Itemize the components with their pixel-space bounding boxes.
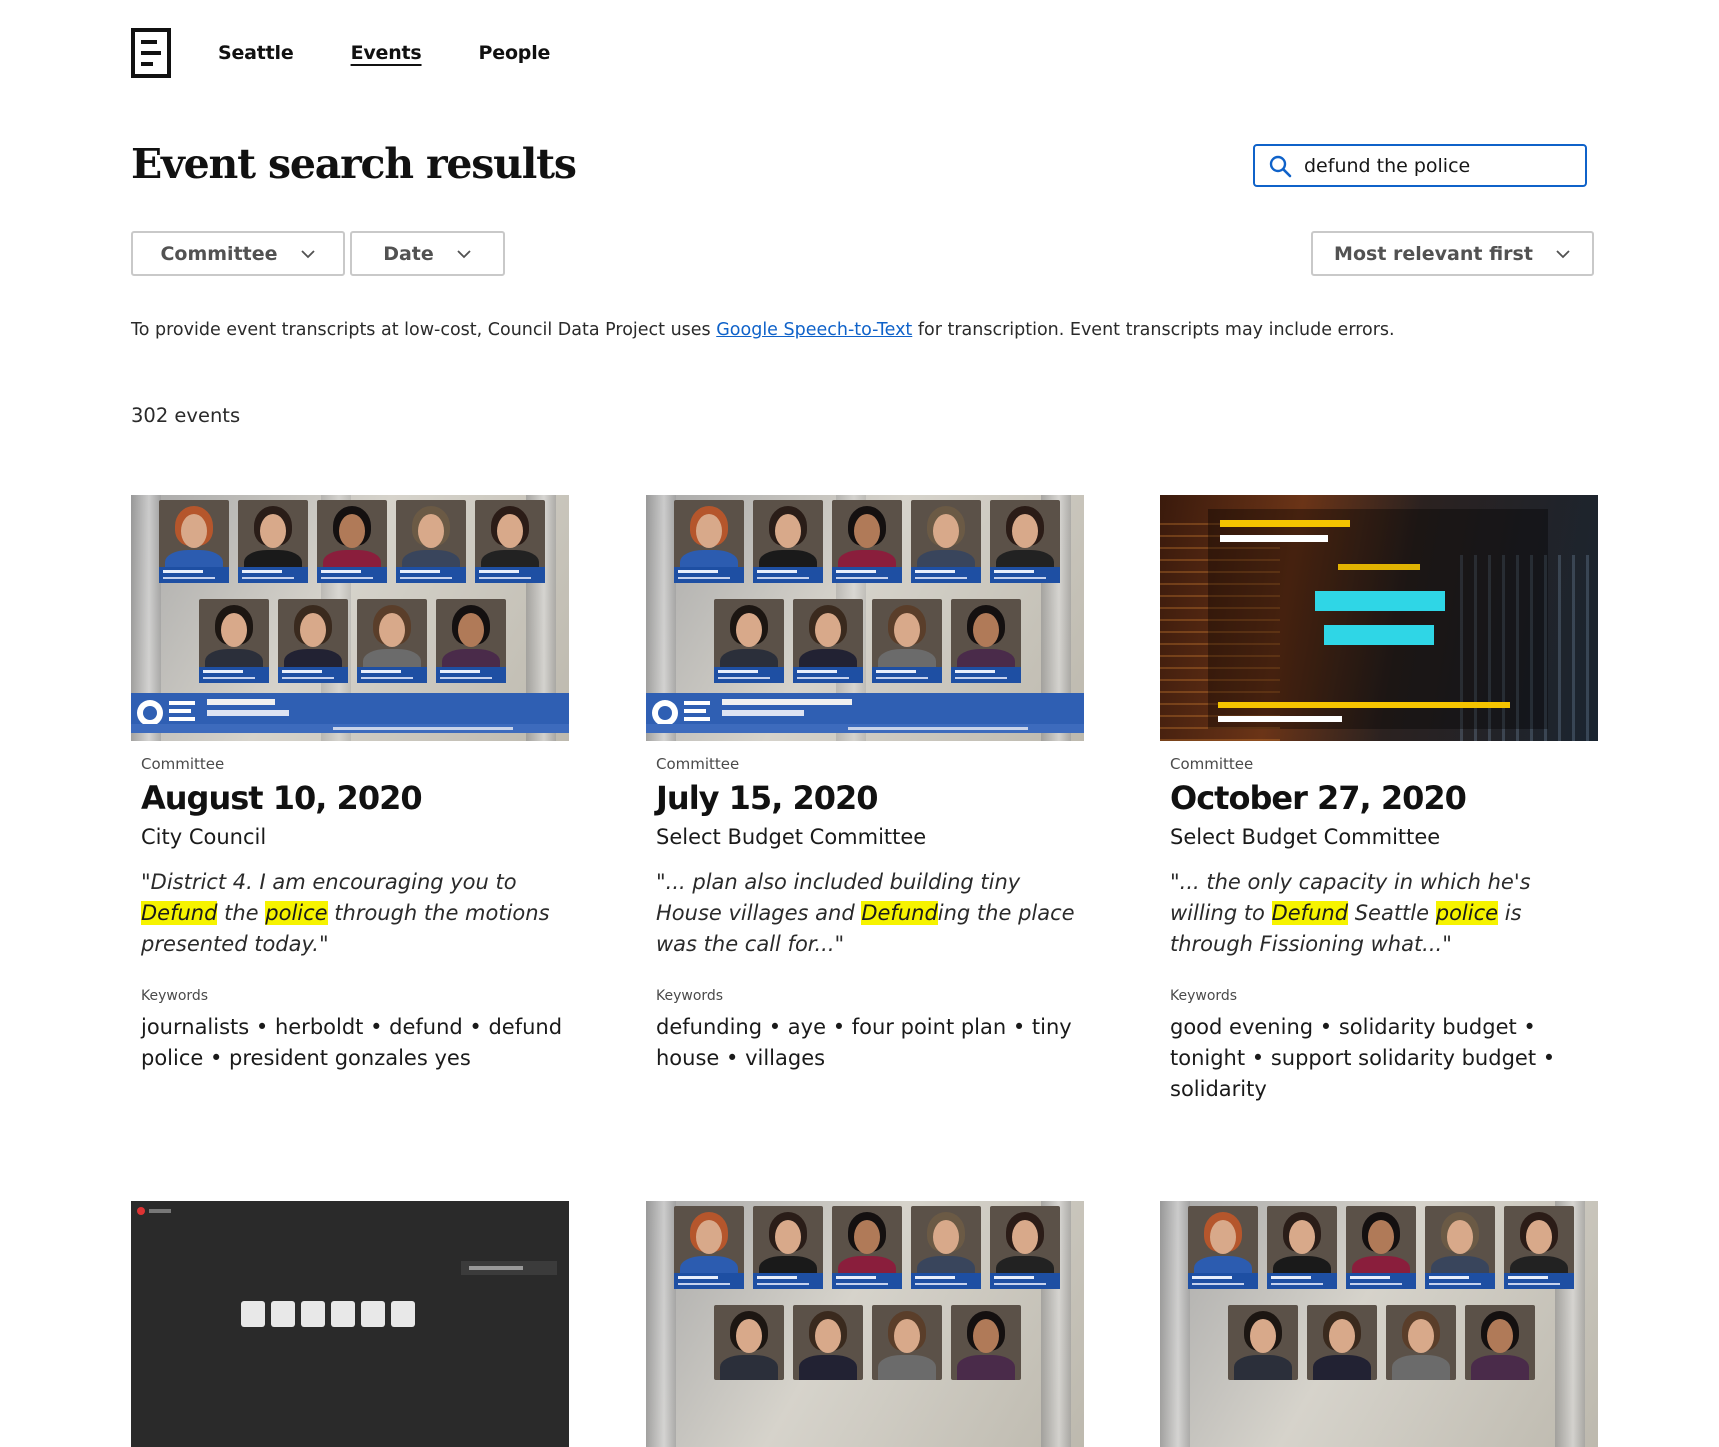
event-date[interactable]: October 27, 2020 [1170,779,1598,817]
chevron-down-icon [1556,249,1570,258]
event-thumbnail[interactable] [1160,495,1598,741]
date-filter-label: Date [383,242,434,265]
event-type: Committee [141,755,225,773]
event-date[interactable]: July 15, 2020 [656,779,1084,817]
keywords-list: good evening • solidarity budget • tonig… [1170,1015,1556,1101]
excerpt-text: Seattle [1348,901,1436,925]
top-nav: Seattle Events People [131,28,550,78]
excerpt-highlight: Defund [141,901,218,925]
event-card[interactable]: Committee August 10, 2020 City Council "… [131,495,569,1074]
google-speech-link[interactable]: Google Speech-to-Text [716,320,912,340]
committee-filter-label: Committee [160,242,278,265]
excerpt-text: the [217,901,266,925]
event-thumbnail[interactable] [131,1201,569,1447]
notice-text-before: To provide event transcripts at low-cost… [131,320,717,340]
date-filter-button[interactable]: Date [350,231,505,276]
transcript-excerpt: "... plan also included building tiny Ho… [656,867,1084,960]
event-committee: Select Budget Committee [656,825,927,849]
event-committee: Select Budget Committee [1170,825,1441,849]
keywords-list: journalists • herboldt • defund • defund… [141,1015,563,1070]
event-card[interactable]: Committee July 15, 2020 Select Budget Co… [646,495,1084,1074]
sort-label: Most relevant first [1334,242,1533,265]
nav-link-people[interactable]: People [479,42,551,64]
event-card[interactable] [131,1201,569,1447]
sort-dropdown[interactable]: Most relevant first [1311,231,1594,276]
results-count: 302 events [131,404,241,427]
keywords-label: Keywords [141,988,209,1004]
keywords-list: defunding • aye • four point plan • tiny… [656,1015,1072,1070]
search-icon [1269,155,1292,177]
search-input[interactable] [1304,154,1574,177]
event-date[interactable]: August 10, 2020 [141,779,569,817]
search-box[interactable] [1253,144,1587,187]
event-thumbnail[interactable] [1160,1201,1598,1447]
event-thumbnail[interactable] [646,495,1084,741]
transcription-notice: To provide event transcripts at low-cost… [131,320,1395,340]
excerpt-highlight: police [265,901,328,925]
event-card[interactable] [1160,1201,1598,1447]
transcript-excerpt: "District 4. I am encouraging you to Def… [141,867,569,960]
keywords-label: Keywords [1170,988,1238,1004]
excerpt-highlight: Defund [861,901,938,925]
chevron-down-icon [300,249,315,258]
event-committee: City Council [141,825,267,849]
notice-text-after: for transcription. Event transcripts may… [912,320,1395,340]
transcript-excerpt: "... the only capacity in which he's wil… [1170,867,1598,960]
event-thumbnail[interactable] [131,495,569,741]
event-card[interactable] [646,1201,1084,1447]
document-lines-logo-icon[interactable] [131,28,171,78]
event-type: Committee [656,755,740,773]
keywords-label: Keywords [656,988,724,1004]
page-title: Event search results [131,140,577,188]
excerpt-highlight: Defund [1271,901,1349,925]
event-type: Committee [1170,755,1254,773]
nav-link-events[interactable]: Events [351,42,422,64]
excerpt-highlight: police [1435,901,1499,925]
nav-link-seattle[interactable]: Seattle [218,42,294,64]
chevron-down-icon [457,249,471,258]
committee-filter-button[interactable]: Committee [131,231,345,276]
excerpt-text: "District 4. I am encouraging you to [141,870,517,894]
event-card[interactable]: Committee October 27, 2020 Select Budget… [1160,495,1598,1105]
event-thumbnail[interactable] [646,1201,1084,1447]
